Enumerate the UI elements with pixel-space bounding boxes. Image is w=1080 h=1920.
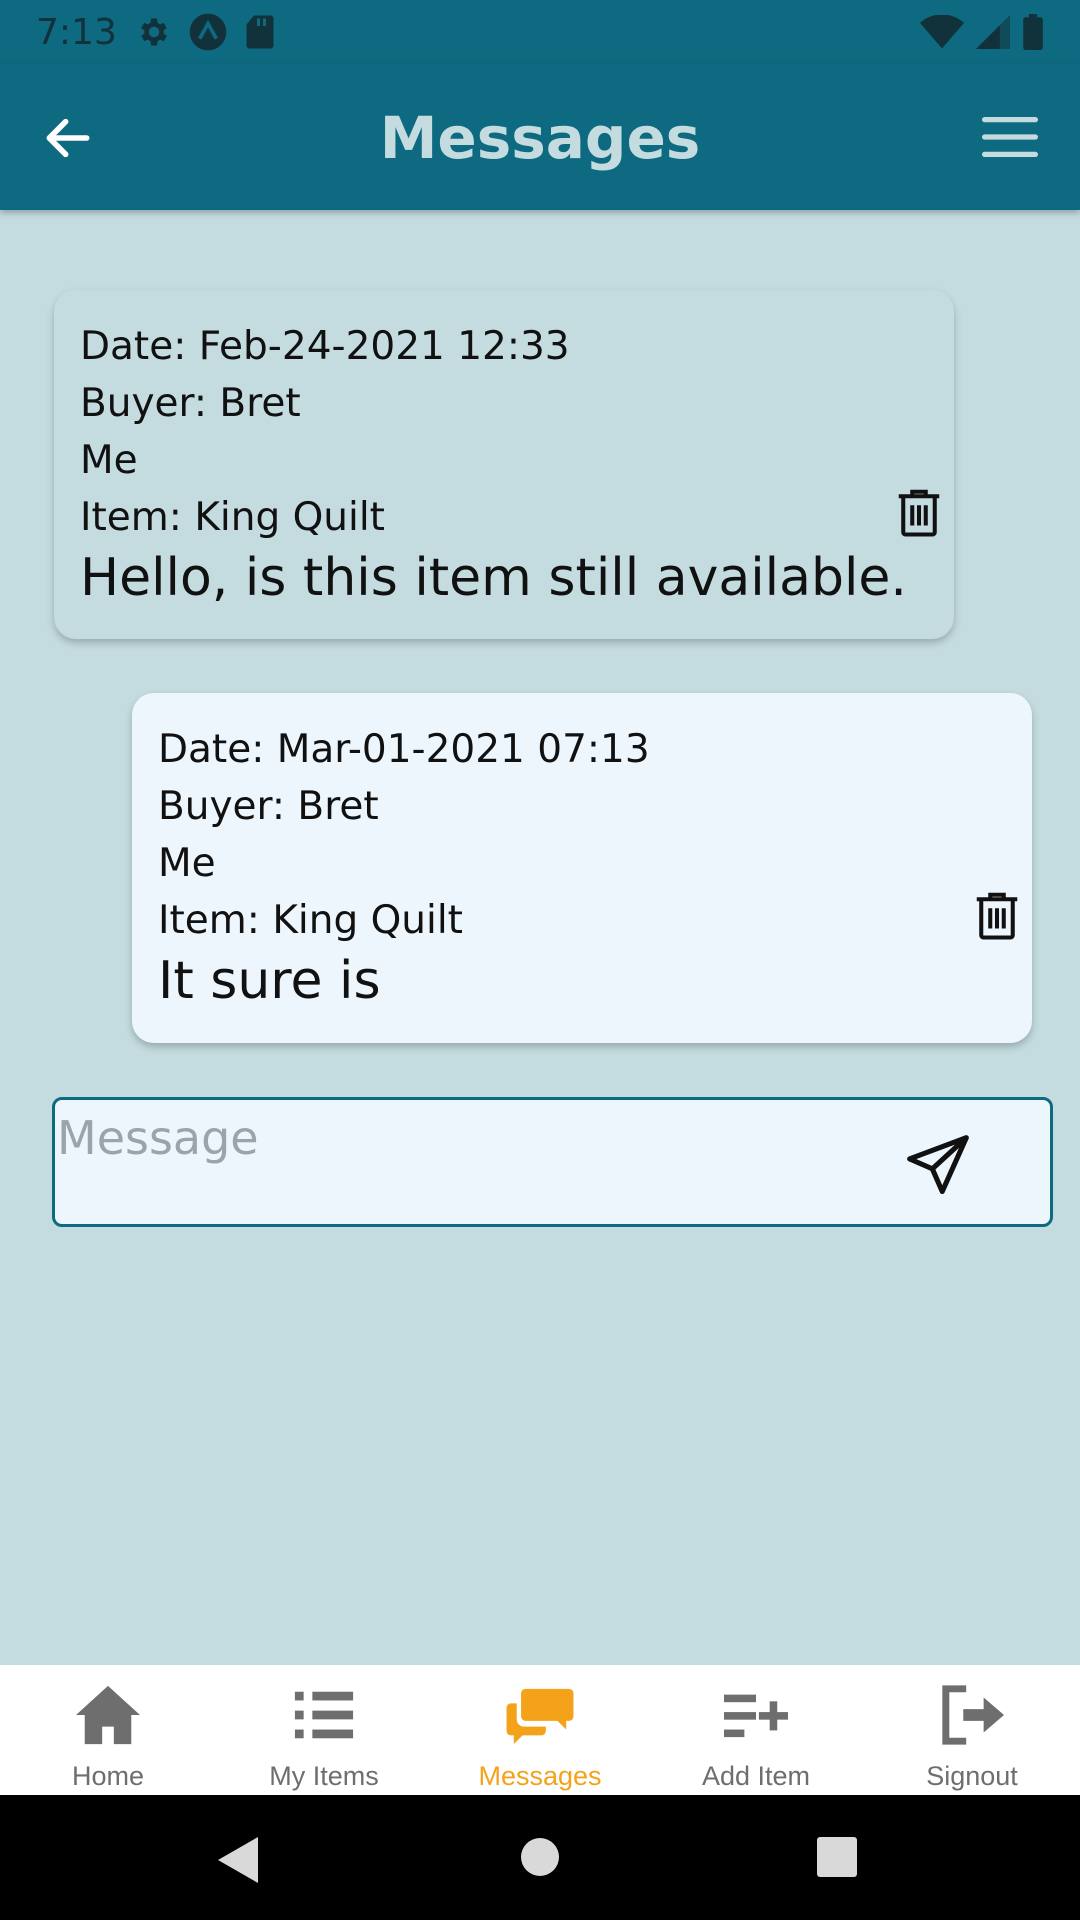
send-icon[interactable]: [904, 1132, 972, 1200]
status-time: 7:13: [36, 12, 117, 53]
gear-icon: [141, 18, 167, 46]
message-text: Hello, is this item still available.: [80, 548, 907, 608]
sd-card-icon: [246, 15, 274, 49]
message-item: Item: King Quilt: [80, 495, 385, 540]
wifi-icon: [920, 15, 964, 49]
nav-item-messages[interactable]: Messages: [432, 1665, 648, 1795]
message-composer: [52, 1097, 1053, 1227]
nav-label: My Items: [269, 1761, 379, 1791]
message-text: It sure is: [158, 951, 381, 1011]
message-date: Date: Mar-01-2021 07:13: [158, 727, 650, 772]
bottom-navigation: Home My Items Messages Add Item Signout: [0, 1665, 1080, 1795]
signal-icon: [976, 15, 1010, 49]
app-bar: Messages: [0, 64, 1080, 210]
recents-square-icon[interactable]: [816, 1835, 858, 1879]
nav-item-home[interactable]: Home: [0, 1665, 216, 1795]
message-card: Date: Feb-24-2021 12:33 Buyer: Bret Me I…: [54, 290, 954, 639]
list-add-icon: [724, 1694, 788, 1738]
system-navigation-bar: [0, 1795, 1080, 1920]
app-badge-icon: [189, 13, 227, 51]
status-bar: 7:13: [0, 0, 1080, 64]
home-icon: [76, 1685, 140, 1745]
list-icon: [294, 1691, 354, 1739]
nav-item-signout[interactable]: Signout: [864, 1665, 1080, 1795]
trash-icon[interactable]: [892, 485, 946, 539]
signout-icon: [942, 1685, 1004, 1745]
message-sender: Me: [158, 841, 216, 886]
hamburger-menu-icon[interactable]: [980, 112, 1040, 162]
nav-label: Add Item: [701, 1761, 811, 1791]
nav-item-my-items[interactable]: My Items: [216, 1665, 432, 1795]
message-item: Item: King Quilt: [158, 898, 463, 943]
message-buyer: Buyer: Bret: [80, 381, 301, 426]
message-card: Date: Mar-01-2021 07:13 Buyer: Bret Me I…: [132, 693, 1032, 1043]
page-title: Messages: [379, 104, 701, 172]
nav-label: Messages: [478, 1761, 602, 1791]
message-input[interactable]: [57, 1108, 877, 1168]
chat-bubbles-icon: [506, 1688, 574, 1745]
trash-icon[interactable]: [970, 888, 1024, 942]
message-buyer: Buyer: Bret: [158, 784, 379, 829]
nav-label: Home: [71, 1761, 145, 1791]
battery-icon: [1023, 14, 1043, 50]
back-triangle-icon[interactable]: [216, 1835, 260, 1885]
home-circle-icon[interactable]: [520, 1835, 560, 1879]
nav-item-add-item[interactable]: Add Item: [648, 1665, 864, 1795]
nav-label: Signout: [926, 1761, 1018, 1791]
message-date: Date: Feb-24-2021 12:33: [80, 324, 570, 369]
message-sender: Me: [80, 438, 138, 483]
